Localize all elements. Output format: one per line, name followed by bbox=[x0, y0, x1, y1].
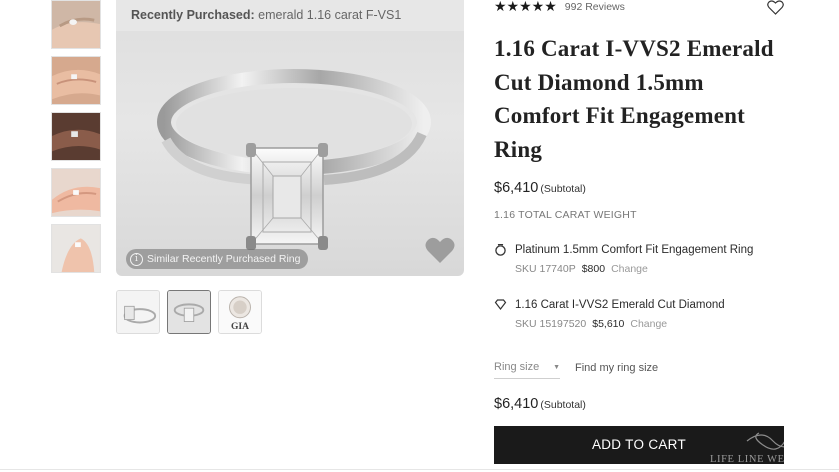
setting-name: Platinum 1.5mm Comfort Fit Engagement Ri… bbox=[515, 243, 754, 256]
setting-price: $800 bbox=[581, 263, 606, 275]
item-setting: Platinum 1.5mm Comfort Fit Engagement Ri… bbox=[494, 243, 794, 275]
favorite-heart-icon[interactable] bbox=[425, 236, 455, 264]
recently-purchased-value: emerald 1.16 carat F-VS1 bbox=[258, 8, 402, 22]
gia-label: GIA bbox=[231, 321, 249, 332]
wishlist-heart-icon[interactable] bbox=[767, 0, 784, 15]
diamond-price: $5,610 bbox=[592, 318, 625, 330]
subtotal-label: (Subtotal) bbox=[540, 183, 586, 195]
similar-recently-purchased-label: Similar Recently Purchased Ring bbox=[147, 253, 301, 265]
diamond-icon bbox=[494, 299, 507, 310]
find-ring-size-link[interactable]: Find my ring size bbox=[575, 362, 658, 374]
ring-size-placeholder: Ring size bbox=[494, 361, 540, 373]
subtotal-price-top: $6,410 (Subtotal) bbox=[494, 180, 586, 196]
gallery-thumb-side-view[interactable] bbox=[116, 290, 160, 334]
subtotal-price-bottom: $6,410 (Subtotal) bbox=[494, 396, 586, 412]
ring-size-select[interactable]: Ring size ▼ bbox=[494, 361, 560, 379]
setting-change-link[interactable]: Change bbox=[611, 263, 648, 275]
thumbnail-hand-2[interactable] bbox=[51, 56, 101, 105]
divider bbox=[0, 469, 839, 470]
similar-recently-purchased-pill[interactable]: i Similar Recently Purchased Ring bbox=[126, 249, 309, 269]
chevron-down-icon: ▼ bbox=[553, 364, 560, 371]
gallery-thumb-front-view[interactable] bbox=[167, 290, 211, 334]
info-icon: i bbox=[130, 252, 143, 266]
thumbnail-hand-1[interactable] bbox=[51, 0, 101, 49]
watermark-text: LIFE LINE WEDDING bbox=[710, 454, 822, 465]
ring-illustration bbox=[157, 69, 431, 250]
subtotal-amount-bottom: $6,410 bbox=[494, 396, 539, 412]
thumbnail-hand-3[interactable] bbox=[51, 112, 101, 161]
recently-purchased-banner: Recently Purchased: emerald 1.16 carat F… bbox=[116, 0, 464, 31]
reviews-summary[interactable]: ★★★★★ 992 Reviews bbox=[494, 0, 625, 14]
main-product-image[interactable]: Recently Purchased: emerald 1.16 carat F… bbox=[116, 0, 464, 276]
recently-purchased-label: Recently Purchased: bbox=[131, 8, 255, 22]
review-count[interactable]: 992 Reviews bbox=[565, 1, 625, 13]
thumbnail-hand-5[interactable] bbox=[51, 224, 101, 273]
total-carat-weight: 1.16 TOTAL CARAT WEIGHT bbox=[494, 209, 637, 221]
subtotal-label-bottom: (Subtotal) bbox=[540, 399, 586, 411]
item-diamond: 1.16 Carat I-VVS2 Emerald Cut Diamond SK… bbox=[494, 298, 794, 330]
diamond-name: 1.16 Carat I-VVS2 Emerald Cut Diamond bbox=[515, 298, 725, 311]
star-rating-icon: ★★★★★ bbox=[494, 0, 557, 15]
diamond-sku: SKU 15197520 bbox=[515, 318, 587, 330]
gallery-thumb-gia-certificate[interactable]: GIA bbox=[218, 290, 262, 334]
ring-icon bbox=[495, 244, 506, 256]
thumbnail-hand-4[interactable] bbox=[51, 168, 101, 217]
setting-sku: SKU 17740P bbox=[515, 263, 576, 275]
subtotal-amount: $6,410 bbox=[494, 180, 539, 196]
diamond-change-link[interactable]: Change bbox=[630, 318, 667, 330]
product-title: 1.16 Carat I-VVS2 Emerald Cut Diamond 1.… bbox=[494, 36, 774, 162]
